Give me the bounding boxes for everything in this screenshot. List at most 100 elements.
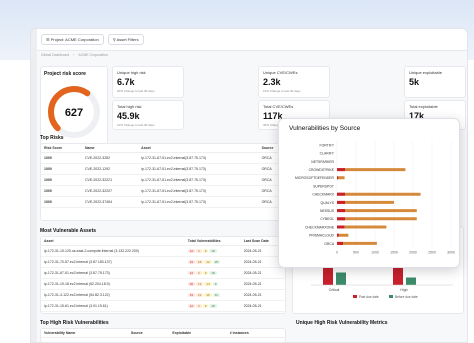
project-selector[interactable]: ☰ Project: ACME Corporation xyxy=(41,34,104,45)
vulnerability-link[interactable]: CVE-2022-32221 xyxy=(81,174,139,186)
source-bar-critical[interactable] xyxy=(337,168,345,172)
source-bar-critical[interactable] xyxy=(337,200,345,204)
column-header[interactable]: Risk Score xyxy=(41,144,82,153)
severity-count-badge: 21 xyxy=(196,293,204,297)
risk-score-value: 627 xyxy=(65,107,83,119)
project-label: Project: ACME Corporation xyxy=(50,37,99,42)
table-row[interactable]: ip-172-31-15-61.ec2.internal (3.91.15.61… xyxy=(41,300,285,312)
severity-count-badge: 11 xyxy=(212,293,220,297)
stat-card-unique-high-risk: Unique high risk 6.7k 20% Change to last… xyxy=(112,66,184,98)
vulnerabilities-by-source-popup: Vulnerabilities by Source 0 500 1000 1500 20… xyxy=(278,118,460,268)
category-label: High xyxy=(400,288,407,292)
source-bar[interactable] xyxy=(337,192,421,196)
stat-label: Unique exploitable xyxy=(409,70,442,75)
stat-label: Total exploitable xyxy=(409,104,438,109)
asset-cell: ip-172-31-67-51.ec2.internal(3.87.75.173… xyxy=(138,163,259,175)
asset-link[interactable]: ip-172-31-3-122.ec2.internal (54.82.3.12… xyxy=(41,289,185,301)
table-row[interactable]: 1000 CVE-2022-37454 ip-172-31-67-51.ec2.in… xyxy=(41,196,289,208)
last-scan-date: 2024-05-21 xyxy=(240,289,285,301)
asset-link[interactable]: ip-172-31-70-57.ec2.internal (3.87.183.1… xyxy=(41,256,185,268)
asset-filter-button[interactable]: ⚲ Asset Filters xyxy=(107,34,144,45)
risk-gauge: 627 xyxy=(48,86,100,138)
x-tick-label: 500 xyxy=(353,251,359,255)
source-bar-critical[interactable] xyxy=(337,225,345,229)
source-bar-critical[interactable] xyxy=(337,233,339,237)
source-bar[interactable] xyxy=(337,176,345,180)
stat-value: 45.9k xyxy=(117,111,140,121)
table-row[interactable]: ip-172-31-19-120.us-east-2.compute.inter… xyxy=(41,245,285,257)
column-header[interactable]: Source xyxy=(127,329,170,338)
unique-metrics-title: Unique High Risk Vulnerability Metrics xyxy=(296,320,388,326)
column-header[interactable]: Name xyxy=(81,144,139,153)
severity-count-badge: 19 xyxy=(187,293,196,297)
source-bar-critical[interactable] xyxy=(337,241,343,245)
vulnerability-link[interactable]: CVE-2022-3282 xyxy=(81,152,139,164)
severity-count-badge: 18 xyxy=(209,249,217,253)
table-row[interactable]: 1000 CVE-2022-32221 ip-172-31-67-51.ec2.in… xyxy=(41,174,289,186)
source-label: CYBEGL xyxy=(320,217,334,221)
status-bar[interactable] xyxy=(336,272,346,286)
vulnerability-counts: 19 21 16 11 xyxy=(184,289,241,301)
severity-count-badge: 3 xyxy=(196,304,202,308)
vulnerability-link[interactable]: CVE-2022-37454 xyxy=(81,196,139,208)
risk-score-cell: 1000 xyxy=(41,152,82,164)
source-label: CHECKMARX xyxy=(312,193,334,197)
severity-count-badge: 19 xyxy=(187,260,196,264)
table-row[interactable]: 1000 CVE-2022-1292 ip-172-31-67-51.ec2.int… xyxy=(41,163,289,175)
table-header-row: Vulnerability Name Source Exploitable # … xyxy=(41,329,285,338)
source-label: FORTIFY xyxy=(320,143,335,147)
vulnerability-counts: 123918 xyxy=(184,267,241,279)
popup-title: Vulnerabilities by Source xyxy=(289,125,361,132)
severity-count-badge: 9 xyxy=(202,271,209,275)
table-row[interactable]: 1000 CVE-2022-3282 ip-172-31-67-51.ec2.int… xyxy=(41,152,289,164)
status-bar[interactable] xyxy=(406,277,416,286)
stat-change: 20% Change to last 30 days xyxy=(117,89,155,93)
stat-label: Total CVE/CWEs xyxy=(263,104,294,109)
source-bar-critical[interactable] xyxy=(337,217,345,221)
risk-score-cell: 1000 xyxy=(41,174,82,186)
table-row[interactable]: ip-172-31-3-122.ec2.internal (54.82.3.12… xyxy=(41,289,285,301)
source-bar[interactable] xyxy=(337,200,394,204)
asset-link[interactable]: ip-172-31-19-120.us-east-2.compute.inter… xyxy=(41,245,185,257)
legend-label: Before due date xyxy=(395,295,418,299)
risk-score-cell: 1000 xyxy=(41,196,82,208)
asset-link[interactable]: ip-172-31-19-18.ec2.internal (52.204.18.… xyxy=(41,278,185,290)
risk-score-title: Project risk score xyxy=(44,71,86,77)
table-row[interactable]: ip-172-31-67-51.ec2.internal (3.87.75.17… xyxy=(41,267,285,279)
column-header[interactable]: Total Vulnerabilities xyxy=(184,237,241,246)
severity-count-badge: 18 xyxy=(209,271,217,275)
breadcrumb-item[interactable]: Global Dashboard xyxy=(41,53,69,57)
asset-link[interactable]: ip-172-31-7-207.ec2.internal (3.80.7.207… xyxy=(41,311,185,313)
severity-count-badge: 12 xyxy=(187,304,196,308)
column-header[interactable]: Asset xyxy=(41,237,185,246)
column-header[interactable]: Asset xyxy=(138,144,259,153)
last-scan-date: 2024-05-21 xyxy=(240,267,285,279)
source-bar-critical[interactable] xyxy=(337,192,345,196)
source-bar-critical[interactable] xyxy=(337,209,345,213)
vulnerability-link[interactable]: CVE-2022-32207 xyxy=(81,185,139,197)
asset-link[interactable]: ip-172-31-67-51.ec2.internal (3.87.75.17… xyxy=(41,267,185,279)
source-bar[interactable] xyxy=(337,168,406,172)
column-header[interactable]: Vulnerability Name xyxy=(41,329,128,338)
top-risks-table: Risk Score Name Asset Source 1000 CVE-202… xyxy=(40,143,290,221)
risk-score-cell: 1000 xyxy=(41,163,82,175)
source-bar[interactable] xyxy=(337,209,417,213)
source-bar-critical[interactable] xyxy=(337,176,339,180)
column-header[interactable]: Exploitable xyxy=(169,329,227,338)
severity-count-badge: 12 xyxy=(196,282,204,286)
table-row[interactable]: 1000 CVE-2022-32207 ip-172-31-67-51.ec2.in… xyxy=(41,185,289,197)
table-header-row: Asset Total Vulnerabilities Last Scan Da… xyxy=(41,237,285,246)
vulnerability-link[interactable]: CVE-2022-1292 xyxy=(81,163,139,175)
table-row[interactable]: ip-172-31-19-18.ec2.internal (52.204.18.… xyxy=(41,278,285,290)
breadcrumb-item[interactable]: ACME Corporation xyxy=(78,53,107,57)
source-bar[interactable] xyxy=(337,217,417,221)
severity-count-badge: 20 xyxy=(187,282,196,286)
x-tick-label: 2500 xyxy=(428,251,436,255)
table-row[interactable]: ip-172-31-70-57.ec2.internal (3.87.183.1… xyxy=(41,256,285,268)
severity-count-badge: 3 xyxy=(196,249,202,253)
asset-link[interactable]: ip-172-31-15-61.ec2.internal (3.91.15.61… xyxy=(41,300,185,312)
column-header[interactable]: # Instances xyxy=(226,329,285,338)
table-row[interactable]: ip-172-31-7-207.ec2.internal (3.80.7.207… xyxy=(41,311,285,313)
stat-value: 5k xyxy=(409,77,420,87)
x-tick-label: 0 xyxy=(336,251,338,255)
